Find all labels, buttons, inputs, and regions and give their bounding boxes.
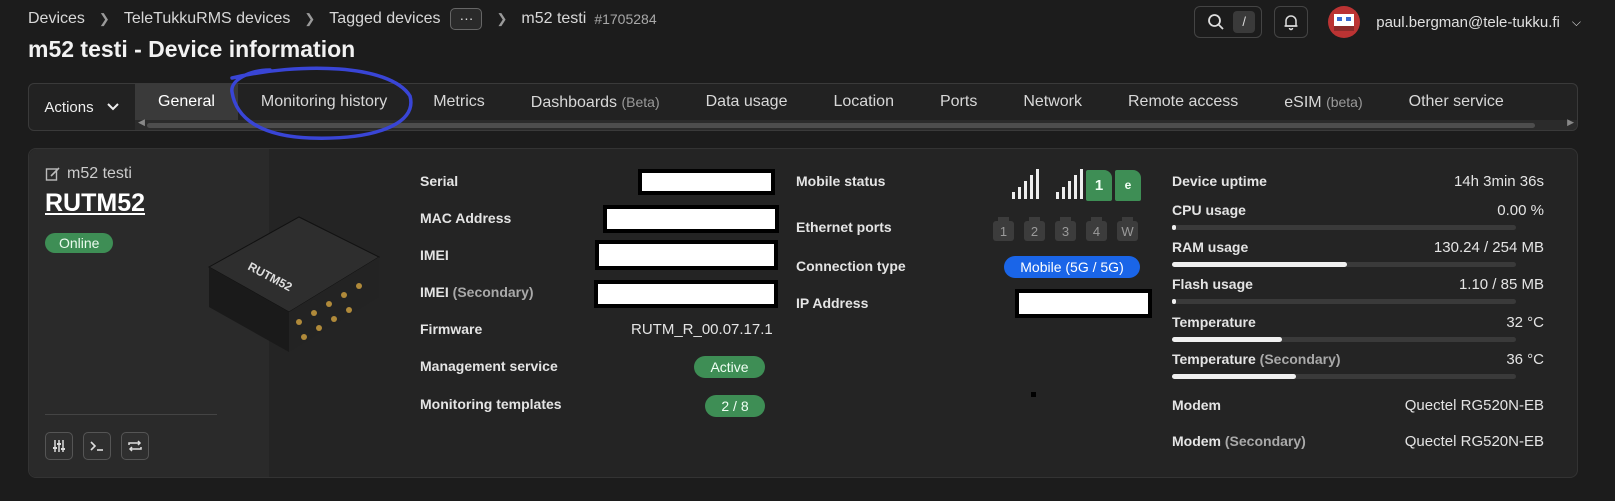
imei-label: IMEI: [420, 247, 449, 263]
imei2-label-text: IMEI: [420, 284, 449, 300]
imei2-redacted: [594, 280, 778, 308]
temperature2-label-text: Temperature: [1172, 351, 1256, 367]
flash-bar: [1172, 299, 1516, 304]
modem2-suffix: (Secondary): [1224, 433, 1306, 449]
modem2-label: Modem (Secondary): [1172, 433, 1306, 449]
mac-redacted: [603, 205, 779, 233]
ram-bar: [1172, 262, 1516, 267]
ram-bar-fill: [1172, 262, 1348, 267]
modem-label: Modem: [1172, 397, 1221, 413]
flash-value: 1.10 / 85 MB: [1458, 276, 1544, 293]
stray-mark: [1031, 392, 1036, 397]
flash-bar-fill: [1172, 299, 1177, 304]
device-settings-button[interactable]: [45, 432, 73, 460]
temperature2-suffix: (Secondary): [1259, 351, 1341, 367]
modem-value: Quectel RG520N-EB: [1404, 397, 1544, 414]
reboot-button[interactable]: [121, 432, 149, 460]
esim-icon: e: [1115, 170, 1141, 201]
sliders-icon: [53, 440, 65, 452]
cpu-value: 0.00 %: [1497, 202, 1544, 219]
mgmt-status-badge: Active: [694, 356, 765, 378]
imei2-suffix: (Secondary): [452, 284, 534, 300]
connection-type-badge: Mobile (5G / 5G): [1004, 256, 1140, 278]
ip-redacted: [1015, 289, 1152, 318]
temperature-label: Temperature: [1172, 314, 1256, 330]
ethernet-port: 1: [993, 217, 1014, 241]
templates-badge[interactable]: 2 / 8: [705, 395, 765, 417]
modem2-label-text: Modem: [1172, 433, 1221, 449]
cpu-label: CPU usage: [1172, 202, 1246, 218]
status-badge: Online: [45, 233, 114, 253]
signal-icon: [1012, 169, 1039, 199]
temperature-bar: [1172, 337, 1516, 342]
cli-button[interactable]: [83, 432, 111, 460]
temperature2-value: 36 °C: [1506, 351, 1544, 368]
cpu-bar: [1172, 225, 1516, 230]
ram-label: RAM usage: [1172, 239, 1249, 255]
ethernet-port: 3: [1055, 217, 1076, 241]
serial-redacted: [638, 169, 775, 195]
ethernet-port: 2: [1024, 217, 1045, 241]
device-alias-text: m52 testi: [67, 165, 132, 182]
device-alias[interactable]: m52 testi: [45, 165, 132, 183]
router-image: RUTM52: [207, 216, 381, 352]
uptime-value: 14h 3min 36s: [1453, 173, 1544, 190]
uptime-label: Device uptime: [1172, 173, 1267, 189]
firmware-value: RUTM_R_00.07.17.1: [631, 321, 773, 338]
mgmt-label: Management service: [420, 358, 558, 374]
temperature2-label: Temperature (Secondary): [1172, 351, 1341, 367]
divider: [45, 414, 217, 415]
ram-value: 130.24 / 254 MB: [1433, 239, 1544, 256]
imei2-label: IMEI (Secondary): [420, 284, 534, 300]
edit-icon[interactable]: [45, 166, 61, 182]
flash-label: Flash usage: [1172, 276, 1253, 292]
cpu-bar-fill: [1172, 225, 1177, 230]
temperature-value: 32 °C: [1506, 314, 1544, 331]
serial-label: Serial: [420, 173, 459, 189]
terminal-icon: [90, 441, 103, 451]
sim1-icon: 1: [1086, 170, 1112, 201]
signal-icon: [1056, 169, 1083, 199]
device-info-card: m52 testi RUTM52 Online RUTM52 Serial MA…: [28, 148, 1578, 478]
modem2-value: Quectel RG520N-EB: [1404, 433, 1544, 450]
device-summary: m52 testi RUTM52 Online RUTM52: [29, 149, 381, 477]
temperature-bar-fill: [1172, 337, 1283, 342]
mac-label: MAC Address: [420, 210, 512, 226]
firmware-label: Firmware: [420, 321, 483, 337]
imei-redacted: [595, 240, 778, 270]
refresh-icon: [128, 440, 142, 452]
ip-label: IP Address: [796, 295, 869, 311]
mobile-label: Mobile status: [796, 173, 886, 189]
ethernet-port: 4: [1086, 217, 1107, 241]
connection-type-label: Connection type: [796, 258, 906, 274]
templates-label: Monitoring templates: [420, 396, 562, 412]
temperature2-bar-fill: [1172, 374, 1296, 379]
device-model-link[interactable]: RUTM52: [45, 189, 145, 218]
ethernet-port: W: [1117, 217, 1138, 241]
ethernet-label: Ethernet ports: [796, 219, 892, 235]
temperature2-bar: [1172, 374, 1516, 379]
